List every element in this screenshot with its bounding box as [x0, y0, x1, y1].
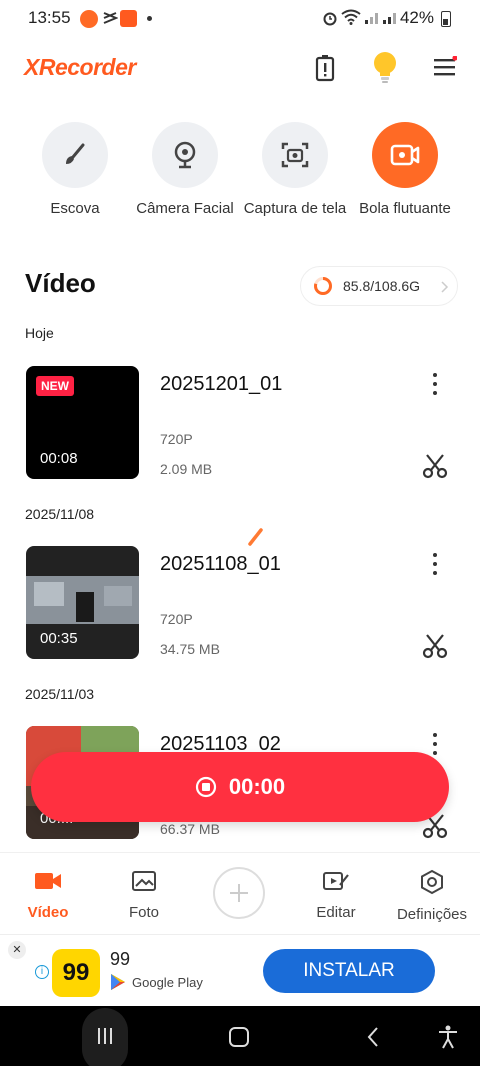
new-badge: NEW — [36, 376, 74, 396]
close-ad-icon[interactable]: ✕ — [8, 941, 26, 959]
tool-floating-ball[interactable]: Bola flutuante — [350, 122, 460, 217]
video-thumbnail[interactable]: NEW 00:08 — [26, 366, 139, 479]
nav-photo-label: Foto — [128, 904, 159, 921]
plus-icon — [230, 884, 248, 902]
video-size: 34.75 MB — [160, 641, 220, 657]
tool-brush[interactable]: Escova — [20, 122, 130, 217]
wifi-icon — [341, 9, 361, 30]
bottom-nav: Vídeo Foto Editar Definições — [0, 852, 480, 934]
video-camera-icon — [35, 873, 61, 889]
nav-video[interactable]: Vídeo — [3, 869, 93, 921]
back-icon[interactable] — [366, 1026, 380, 1048]
nav-video-label: Vídeo — [27, 904, 69, 921]
video-title[interactable]: 20251108_01 — [160, 553, 281, 576]
date-group-label: Hoje — [25, 325, 54, 341]
menu-icon[interactable] — [433, 55, 458, 78]
battery-saver-icon[interactable] — [313, 54, 337, 82]
video-duration: 00:08 — [40, 450, 78, 467]
brush-stroke-mark — [248, 528, 263, 546]
nav-settings[interactable]: Definições — [387, 869, 477, 923]
video-thumbnail[interactable]: 00:35 — [26, 546, 139, 659]
brush-icon — [42, 122, 108, 188]
home-icon[interactable] — [228, 1026, 250, 1048]
tips-bulb-icon[interactable] — [371, 50, 399, 84]
tool-brush-label: Escova — [50, 200, 100, 217]
scissors-icon[interactable] — [421, 632, 449, 660]
more-options-icon[interactable] — [426, 733, 444, 755]
nav-edit-label: Editar — [316, 904, 356, 921]
install-button[interactable]: INSTALAR — [263, 949, 435, 993]
signal-icon-1 — [364, 9, 380, 30]
ad-banner[interactable]: ✕ i 99 99 Google Play INSTALAR — [0, 934, 480, 1006]
date-group-label: 2025/11/08 — [25, 506, 95, 522]
more-options-icon[interactable] — [426, 553, 444, 575]
video-size: 66.37 MB — [160, 821, 220, 837]
nav-settings-label: Definições — [396, 906, 468, 923]
battery-icon — [441, 11, 451, 27]
chevron-right-icon — [441, 281, 449, 293]
status-time: 13:55 — [28, 8, 71, 27]
video-size: 2.09 MB — [160, 461, 213, 477]
storage-text: 85.8/108.6G — [343, 278, 421, 294]
tool-face-camera-label: Câmera Facial — [136, 200, 234, 217]
alarm-icon — [322, 10, 338, 31]
nav-edit[interactable]: Editar — [291, 869, 381, 921]
record-timer: 00:00 — [228, 774, 286, 799]
section-title: Vídeo — [25, 268, 96, 298]
tool-face-camera[interactable]: Câmera Facial — [130, 122, 240, 217]
nav-photo[interactable]: Foto — [99, 869, 189, 921]
date-group-label: 2025/11/03 — [25, 686, 95, 702]
info-icon[interactable]: i — [35, 965, 49, 979]
ad-store-label: Google Play — [132, 975, 203, 990]
notification-icon-capcut — [102, 10, 119, 26]
video-title[interactable]: 20251201_01 — [160, 373, 282, 396]
app-logo: XRecorder — [24, 54, 136, 80]
storage-indicator[interactable]: 85.8/108.6G — [300, 266, 458, 306]
add-button[interactable] — [213, 867, 265, 919]
system-nav-bar — [0, 1006, 480, 1066]
tool-floating-ball-label: Bola flutuante — [359, 200, 451, 217]
status-bar: 13:55 42% — [0, 0, 480, 36]
ad-app-name: 99 — [110, 949, 131, 969]
accessibility-icon[interactable] — [437, 1024, 459, 1050]
notification-icon-xrecorder — [80, 10, 98, 28]
record-button[interactable]: 00:00 — [31, 752, 449, 822]
google-play-icon — [111, 974, 125, 990]
screenshot-icon — [262, 122, 328, 188]
more-options-icon[interactable] — [426, 373, 444, 395]
ad-app-logo: 99 — [52, 949, 100, 997]
scissors-icon[interactable] — [421, 452, 449, 480]
storage-ring-icon — [314, 277, 332, 295]
floating-ball-icon — [372, 122, 438, 188]
edit-icon — [323, 872, 349, 890]
tool-screenshot[interactable]: Captura de tela — [240, 122, 350, 217]
record-stop-icon — [195, 776, 216, 798]
recent-apps-button[interactable] — [82, 1008, 128, 1066]
video-duration: 00:35 — [40, 630, 78, 647]
battery-percent: 42% — [399, 8, 434, 27]
photo-icon — [132, 871, 156, 891]
video-resolution: 720P — [160, 431, 193, 447]
tool-screenshot-label: Captura de tela — [243, 200, 347, 217]
more-notifications-icon — [147, 16, 152, 21]
webcam-icon — [152, 122, 218, 188]
notification-icon-app — [120, 10, 137, 27]
settings-hexagon-icon — [421, 869, 443, 895]
signal-icon-2 — [382, 9, 398, 30]
recent-apps-icon — [98, 1028, 112, 1044]
video-resolution: 720P — [160, 611, 193, 627]
